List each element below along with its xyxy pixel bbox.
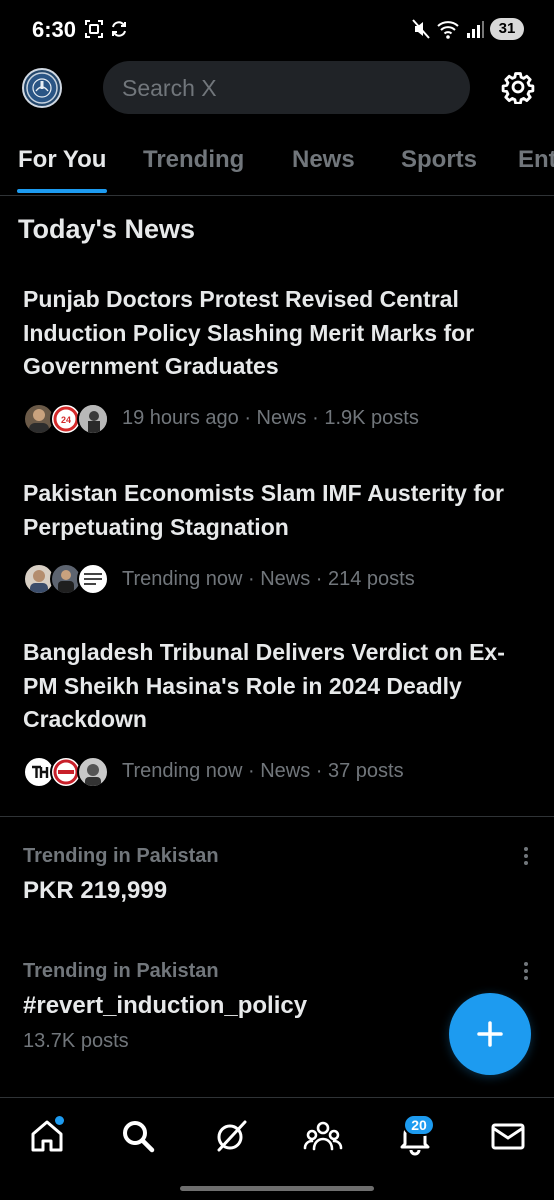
- news-meta-text: 19 hours ago · News · 1.9K posts: [122, 407, 419, 429]
- news-item[interactable]: Punjab Doctors Protest Revised Central I…: [23, 283, 528, 435]
- tab-entertainment[interactable]: Entertainment: [518, 146, 554, 174]
- sync-icon: [112, 21, 126, 37]
- news-avatars: [23, 755, 113, 788]
- avatar: [77, 402, 109, 435]
- tab-for-you[interactable]: For You: [18, 146, 106, 174]
- communities-icon[interactable]: [303, 1116, 343, 1156]
- tab-news[interactable]: News: [292, 146, 355, 174]
- news-meta: 24 19 hours ago · News · 1.9K posts: [23, 402, 528, 435]
- search-icon[interactable]: [118, 1116, 158, 1156]
- trend-item[interactable]: Trending in Pakistan PKR 219,999: [23, 845, 528, 905]
- screenshot-icon: [85, 20, 103, 38]
- news-meta: Trending now · News · 37 posts: [23, 755, 528, 788]
- notifications-badge: 20: [403, 1114, 435, 1136]
- tab-trending[interactable]: Trending: [143, 146, 244, 174]
- news-headline: Pakistan Economists Slam IMF Austerity f…: [23, 480, 504, 540]
- plus-icon: [477, 1021, 503, 1047]
- top-bar: Search X: [0, 58, 554, 118]
- tab-sports[interactable]: Sports: [401, 146, 477, 174]
- status-bar: 6:30 31: [0, 0, 554, 58]
- messages-envelope-icon[interactable]: [488, 1116, 528, 1156]
- explore-tabs: For You Trending News Sports Entertainme…: [0, 134, 554, 196]
- status-time: 6:30: [32, 17, 77, 42]
- explore-screen: 6:30 31 Search X For You Trending News S…: [0, 0, 554, 1200]
- section-divider: [0, 816, 554, 817]
- more-options-icon[interactable]: [516, 845, 536, 867]
- news-avatars: [23, 563, 113, 595]
- search-placeholder: Search X: [122, 75, 217, 101]
- news-avatars: 24: [23, 402, 113, 435]
- avatar: [77, 755, 109, 788]
- section-title: Today's News: [18, 214, 195, 244]
- news-item[interactable]: Pakistan Economists Slam IMF Austerity f…: [23, 477, 528, 595]
- settings-gear-icon[interactable]: [501, 70, 535, 104]
- news-meta: Trending now · News · 214 posts: [23, 563, 528, 595]
- status-right: 31: [412, 18, 524, 40]
- battery-level: 31: [490, 18, 524, 40]
- home-unread-dot: [55, 1116, 64, 1125]
- news-headline: Bangladesh Tribunal Delivers Verdict on …: [23, 639, 505, 732]
- bottom-navigation: 20: [0, 1097, 554, 1200]
- signal-icon: [467, 21, 484, 38]
- search-input[interactable]: Search X: [103, 61, 470, 114]
- news-item[interactable]: Bangladesh Tribunal Delivers Verdict on …: [23, 636, 528, 788]
- news-meta-text: Trending now · News · 214 posts: [122, 567, 415, 590]
- seal-icon: [26, 72, 58, 104]
- mute-icon: [412, 19, 430, 39]
- compose-post-button[interactable]: [449, 993, 531, 1075]
- active-tab-indicator: [17, 189, 107, 193]
- grok-icon[interactable]: [211, 1116, 251, 1156]
- trend-context: Trending in Pakistan: [23, 960, 219, 982]
- avatar: [77, 563, 109, 595]
- wifi-icon: [437, 21, 459, 39]
- more-options-icon[interactable]: [516, 960, 536, 982]
- gesture-home-indicator[interactable]: [180, 1186, 374, 1191]
- profile-avatar[interactable]: [22, 68, 62, 108]
- news-headline: Punjab Doctors Protest Revised Central I…: [23, 286, 475, 379]
- news-meta-text: Trending now · News · 37 posts: [122, 760, 404, 782]
- trend-name: PKR 219,999: [23, 877, 168, 904]
- svg-text:24: 24: [61, 415, 71, 425]
- trend-context: Trending in Pakistan: [23, 845, 219, 867]
